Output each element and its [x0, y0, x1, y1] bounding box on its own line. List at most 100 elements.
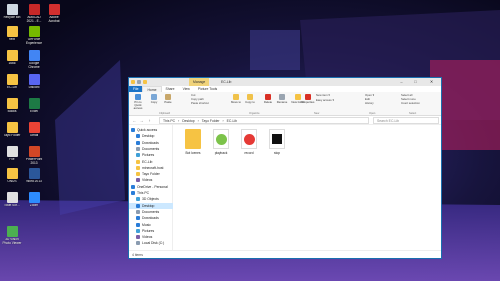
desktop-icon-label: Tayo Folder: [3, 134, 21, 137]
desktop-icon-item[interactable]: EC-Lib: [2, 74, 22, 93]
up-button[interactable]: ↑: [147, 118, 152, 123]
gmail-icon: [28, 122, 40, 133]
folder-icon: [131, 80, 135, 84]
desktop-icon-item[interactable]: Tayo Folder: [2, 122, 22, 141]
copy-button[interactable]: Copy: [147, 94, 161, 104]
ribbon-button-label: Move to: [231, 100, 241, 104]
desktop-icon-item[interactable]: Gmail: [24, 122, 44, 141]
folder-icon: [6, 26, 18, 37]
autocad-icon: [28, 4, 40, 15]
sidebar-item-downloads[interactable]: Downloads: [129, 215, 173, 221]
tab-manage[interactable]: Manage: [189, 78, 210, 86]
list-item[interactable]: record: [237, 129, 261, 155]
forward-button[interactable]: →: [139, 118, 144, 123]
title-bar[interactable]: Manage EC-Lib – □ ✕: [129, 78, 441, 86]
properties-button[interactable]: Properties: [301, 94, 315, 104]
sidebar-item-pictures[interactable]: Pictures: [129, 152, 173, 158]
sidebar-item-videos[interactable]: Videos: [129, 177, 173, 183]
desktop-icon-item[interactable]: AutoCAD 2021 - E...: [24, 4, 44, 23]
sidebar-item-minecraft-host[interactable]: minecraft-host: [129, 165, 173, 171]
sidebar-item-label: Local Disk (C:): [142, 241, 165, 246]
new-folder-icon[interactable]: [143, 80, 147, 84]
properties-icon[interactable]: [137, 80, 141, 84]
desktop-icon-label: EC-Lib: [7, 86, 17, 89]
new-item-button[interactable]: New item ▾: [316, 94, 330, 97]
desktop-icon-item[interactable]: Excel: [24, 98, 44, 117]
delete-button[interactable]: Delete: [261, 94, 275, 104]
close-button[interactable]: ✕: [426, 78, 437, 86]
ribbon: Pin to Quick access Copy Paste Move to Copy …: [129, 92, 441, 116]
desktop-icon-item[interactable]: File: [2, 146, 22, 165]
sidebar-item-documents[interactable]: Documents: [129, 146, 173, 152]
sidebar-item-label: EC-Lib: [142, 159, 153, 164]
desktop-icon-item[interactable]: Adobe Acrobat: [44, 4, 64, 23]
search-input[interactable]: Search EC-Lib: [373, 117, 439, 124]
history-button[interactable]: History: [365, 102, 374, 105]
desktop-icon-item[interactable]: 3D Vision Photo Viewer: [2, 226, 22, 245]
desktop-icon-item[interactable]: next: [2, 26, 22, 45]
sidebar-item-tayo-folder[interactable]: Tayo Folder: [129, 171, 173, 177]
ribbon-button-label: Properties: [301, 100, 315, 104]
sidebar-item-label: Documents: [142, 146, 160, 151]
sidebar-item-pictures[interactable]: Pictures: [129, 228, 173, 234]
sidebar-item-onedrive-personal[interactable]: OneDrive - Personal: [129, 184, 173, 190]
breadcrumb[interactable]: This PC › Desktop › Tayo Folder › EC-Lib: [159, 117, 369, 124]
sidebar-item-this-pc[interactable]: This PC: [129, 190, 173, 196]
desktop-icon-item[interactable]: GeForce Experience: [24, 26, 44, 45]
desktop-icon-item[interactable]: Zoom: [24, 192, 44, 211]
breadcrumb-this-pc[interactable]: This PC: [163, 118, 175, 124]
breadcrumb-separator: ›: [222, 118, 224, 123]
back-button[interactable]: ←: [132, 118, 137, 123]
sidebar-item-documents[interactable]: Documents: [129, 209, 173, 215]
paste-shortcut-button[interactable]: Paste shortcut: [191, 102, 209, 105]
invert-selection-button[interactable]: Invert selection: [401, 102, 420, 105]
desktop-icon-item[interactable]: Discord: [24, 74, 44, 93]
desktop-icon-label: Swift Sof...: [4, 204, 20, 207]
sidebar-item-music[interactable]: Music: [129, 222, 173, 228]
desktop-icon-item[interactable]: PowerPoint 2013: [24, 146, 44, 165]
word-icon: [28, 168, 40, 179]
sidebar-item-videos[interactable]: Videos: [129, 234, 173, 240]
document-icon: [136, 209, 140, 214]
ribbon-button-label: Pin to Quick access: [133, 100, 143, 110]
desktop-icon-item[interactable]: 1666: [2, 50, 22, 69]
minimize-button[interactable]: –: [396, 78, 407, 86]
sidebar-item-downloads[interactable]: Downloads: [129, 140, 173, 146]
move-button[interactable]: Move to: [229, 94, 243, 104]
group-clipboard: Clipboard: [159, 112, 171, 115]
sidebar-item-label: Desktop: [142, 203, 155, 208]
list-item[interactable]: Bot Icenes: [181, 129, 205, 155]
desktop-icon-item[interactable]: ONUS: [2, 168, 22, 187]
group-select: Select: [409, 112, 417, 115]
list-item[interactable]: stop: [265, 129, 289, 155]
desktop-icon-item[interactable]: Google Chrome: [24, 50, 44, 69]
desktop-icon-item[interactable]: Recycle Bin: [2, 4, 22, 23]
desktop-icon-item[interactable]: Word 2013: [24, 168, 44, 187]
maximize-button[interactable]: □: [410, 78, 421, 86]
list-item[interactable]: playback: [209, 129, 233, 155]
desktop-icon-label: Word 2013: [26, 180, 42, 183]
copyto-button[interactable]: Copy to: [243, 94, 257, 104]
sidebar-item-ec-lib[interactable]: EC-Lib: [129, 159, 173, 165]
folder-icon: [6, 50, 18, 61]
sidebar-item-3d-objects[interactable]: 3D Objects: [129, 196, 173, 202]
rename-button[interactable]: Rename: [275, 94, 289, 104]
record-glyph: [243, 134, 255, 145]
sidebar-item-quick-access[interactable]: Quick access: [129, 127, 173, 133]
file-name: record: [244, 151, 254, 155]
desktop-icon-item[interactable]: Books: [2, 98, 22, 117]
breadcrumb-ec-lib[interactable]: EC-Lib: [227, 118, 237, 124]
file-icon: [6, 146, 18, 157]
pin-button[interactable]: Pin to Quick access: [131, 94, 145, 110]
sidebar-item-label: Documents: [142, 209, 160, 214]
desktop-icon-item[interactable]: Swift Sof...: [2, 192, 22, 211]
breadcrumb-tayo-folder[interactable]: Tayo Folder: [202, 118, 220, 124]
sidebar-item-desktop[interactable]: Desktop: [129, 133, 173, 139]
sidebar-item-desktop[interactable]: Desktop: [129, 202, 173, 209]
paste-button[interactable]: Paste: [161, 94, 175, 104]
sidebar-item-local-disk-c[interactable]: Local Disk (C:): [129, 240, 173, 246]
pictures-icon: [136, 228, 140, 233]
folder-icon: [136, 165, 140, 170]
breadcrumb-desktop[interactable]: Desktop: [182, 118, 194, 124]
easy-access-button[interactable]: Easy access ▾: [316, 99, 334, 102]
